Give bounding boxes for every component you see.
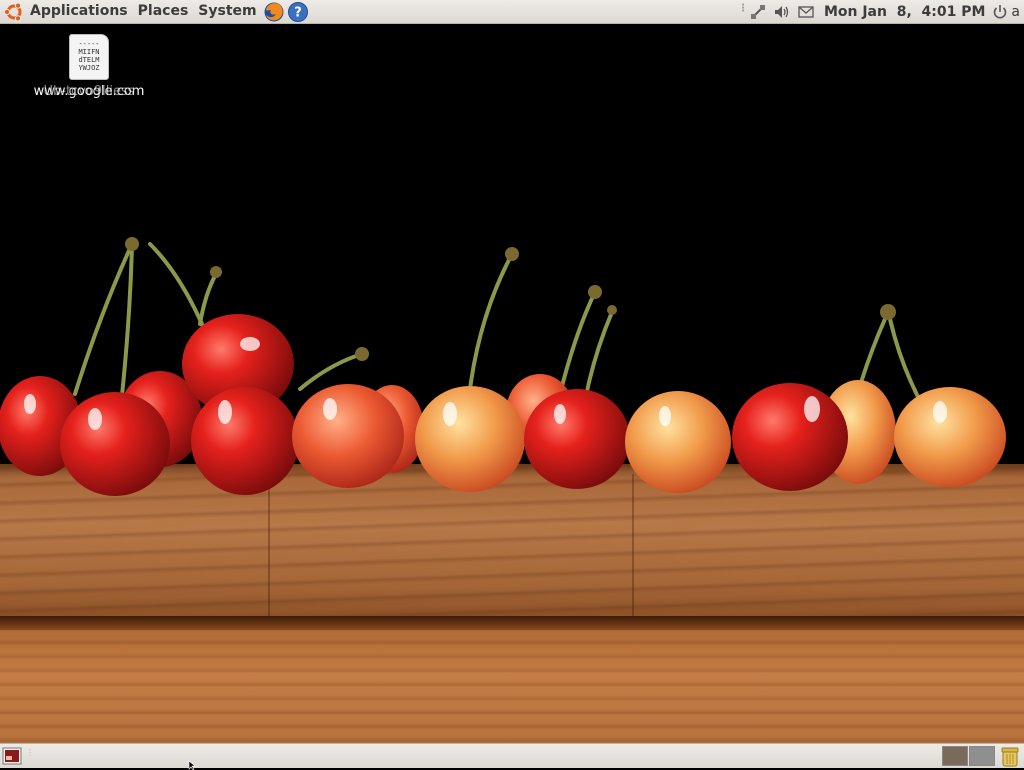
panel-handle-icon: ⋮ [737, 2, 748, 14]
session-menu[interactable]: a [991, 3, 1024, 21]
top-panel: Applications Places System ? ⋮ Mon Jan 8… [0, 0, 1024, 24]
help-launcher-icon[interactable]: ? [287, 1, 309, 23]
system-menu[interactable]: System [193, 0, 261, 24]
cherries-illustration [0, 237, 1006, 496]
wood-table [0, 630, 1024, 743]
desktop-icon-label: www.google.com Ub-tcvo9lliess [30, 84, 148, 99]
trash-icon[interactable] [999, 746, 1021, 767]
places-menu[interactable]: Places [133, 0, 194, 24]
network-icon[interactable] [749, 3, 767, 21]
desktop-icon-overlay-label: Ub-tcvo9lliess [43, 84, 135, 99]
mail-indicator-icon[interactable] [797, 3, 815, 21]
applications-menu[interactable]: Applications [25, 0, 133, 24]
ubuntu-logo-icon[interactable] [3, 1, 25, 23]
mouse-cursor-icon [188, 760, 196, 770]
clock[interactable]: Mon Jan 8, 4:01 PM [818, 4, 991, 20]
workspace-1[interactable] [942, 746, 968, 766]
workspace-2[interactable] [969, 746, 995, 766]
bottom-panel: ⋮ [0, 743, 1024, 768]
text-file-icon: ----- MIIFN dTELM YWJOZ [69, 34, 109, 80]
desktop-file-icon[interactable]: ----- MIIFN dTELM YWJOZ www.google.com U… [30, 34, 148, 99]
firefox-launcher-icon[interactable] [263, 1, 285, 23]
svg-text:?: ? [294, 5, 302, 20]
volume-icon[interactable] [773, 3, 791, 21]
power-icon [994, 4, 1007, 19]
session-user: a [1011, 3, 1020, 20]
show-desktop-icon[interactable] [2, 747, 22, 765]
panel-handle-icon: ⋮ [26, 748, 34, 757]
desktop-wallpaper[interactable]: ----- MIIFN dTELM YWJOZ www.google.com U… [0, 24, 1024, 743]
